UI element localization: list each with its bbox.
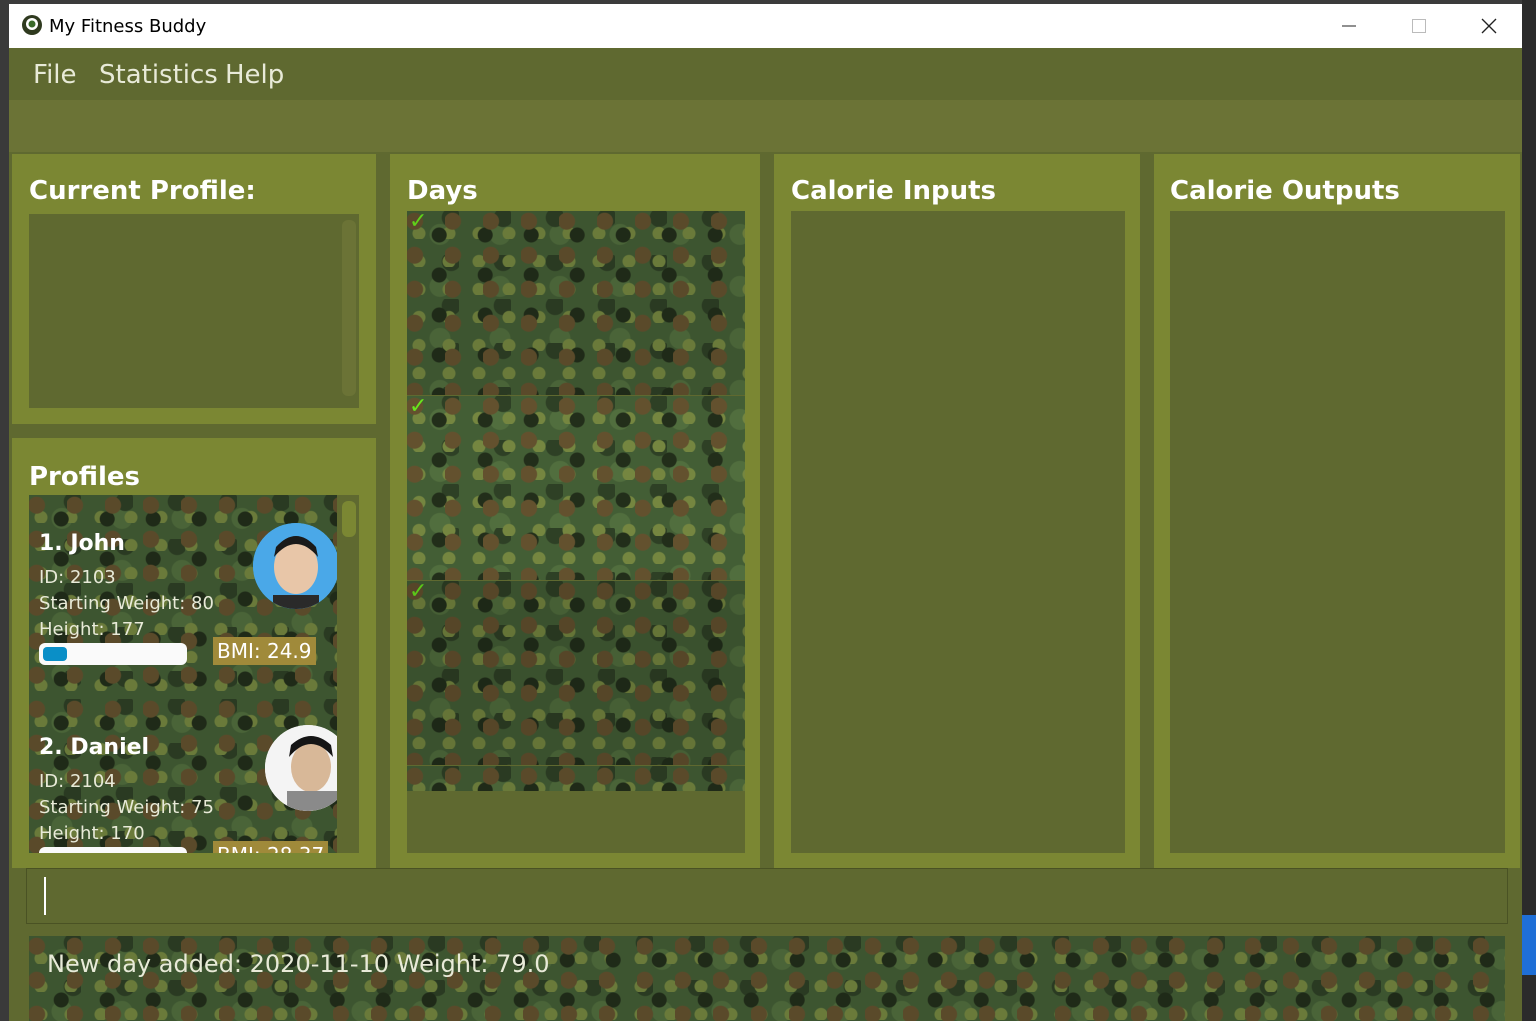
- current-profile-content: [29, 214, 359, 408]
- current-profile-panel: Current Profile:: [12, 154, 376, 424]
- profile-card-daniel[interactable]: 2. Daniel ID: 2104 Starting Weight: 75 H…: [29, 699, 337, 853]
- calorie-outputs-panel: Calorie Outputs: [1154, 154, 1520, 868]
- menu-help[interactable]: Help: [225, 60, 284, 90]
- profile-height: Height: 177: [39, 619, 145, 640]
- avatar: [265, 725, 337, 811]
- text-caret: [44, 877, 46, 915]
- close-button[interactable]: [1454, 4, 1522, 48]
- calorie-outputs-list: [1170, 211, 1505, 853]
- result-text: New day added: 2020-11-10 Weight: 79.0: [47, 950, 550, 978]
- toolbar-band: [9, 100, 1522, 152]
- profiles-list: 1. John ID: 2103 Starting Weight: 80 Hei…: [29, 495, 359, 853]
- profile-name: 2. Daniel: [39, 735, 150, 760]
- maximize-button[interactable]: [1384, 4, 1454, 48]
- profile-name: 1. John: [39, 531, 125, 556]
- current-profile-scrollbar[interactable]: [342, 220, 356, 396]
- desktop-blue-strip: [1522, 915, 1536, 975]
- profiles-title: Profiles: [29, 462, 141, 492]
- days-list: ✓ ✓ ✓: [407, 211, 745, 853]
- close-icon: [1481, 18, 1497, 34]
- maximize-icon: [1412, 19, 1426, 33]
- calorie-outputs-title: Calorie Outputs: [1170, 176, 1400, 206]
- calorie-inputs-list: [791, 211, 1125, 853]
- days-panel: Days ✓ ✓ ✓: [390, 154, 760, 868]
- desktop-background-left: [0, 0, 9, 1021]
- menu-statistics[interactable]: Statistics: [99, 60, 218, 90]
- minimize-icon: [1342, 25, 1356, 27]
- menu-file[interactable]: File: [33, 60, 77, 90]
- app-window: My Fitness Buddy File Statistics Help Cu…: [9, 4, 1522, 1021]
- check-icon: ✓: [409, 211, 428, 234]
- avatar: [253, 523, 337, 609]
- profile-card-john[interactable]: 1. John ID: 2103 Starting Weight: 80 Hei…: [29, 495, 337, 699]
- days-title: Days: [407, 176, 478, 206]
- day-cell[interactable]: ✓: [407, 579, 745, 765]
- calorie-inputs-title: Calorie Inputs: [791, 176, 997, 206]
- profiles-panel: Profiles 1. John ID: 2103 Starting Weigh…: [12, 438, 376, 868]
- calorie-inputs-panel: Calorie Inputs: [774, 154, 1140, 868]
- profile-id: ID: 2104: [39, 771, 116, 792]
- day-cell[interactable]: ✓: [407, 211, 745, 395]
- minimize-button[interactable]: [1314, 4, 1384, 48]
- menu-bar: File Statistics Help: [9, 48, 1522, 100]
- window-title: My Fitness Buddy: [49, 16, 207, 37]
- profile-height: Height: 170: [39, 823, 145, 844]
- desktop-background-right: [1522, 0, 1536, 1021]
- app-logo-icon: [22, 15, 42, 35]
- bmi-progress-fill: [43, 647, 67, 661]
- profile-id: ID: 2103: [39, 567, 116, 588]
- profiles-scroll-thumb[interactable]: [342, 501, 356, 537]
- check-icon: ✓: [409, 579, 428, 604]
- bmi-badge: BMI: 28.37: [213, 841, 329, 853]
- profile-starting-weight: Starting Weight: 75: [39, 797, 214, 818]
- avatar-photo: [253, 523, 337, 609]
- title-bar[interactable]: My Fitness Buddy: [9, 4, 1522, 48]
- profiles-scroll-track[interactable]: [342, 501, 356, 843]
- profile-starting-weight: Starting Weight: 80: [39, 593, 214, 614]
- command-input[interactable]: [26, 868, 1508, 924]
- day-cell-partial: [407, 766, 745, 791]
- bmi-progress-bar: [39, 643, 187, 665]
- avatar-photo: [265, 725, 337, 811]
- result-display: New day added: 2020-11-10 Weight: 79.0: [29, 936, 1505, 1021]
- bmi-progress-bar: [39, 847, 187, 853]
- check-icon: ✓: [409, 394, 428, 419]
- current-profile-title: Current Profile:: [29, 176, 256, 206]
- day-cell[interactable]: ✓: [407, 394, 745, 580]
- bmi-badge: BMI: 24.9: [213, 637, 316, 665]
